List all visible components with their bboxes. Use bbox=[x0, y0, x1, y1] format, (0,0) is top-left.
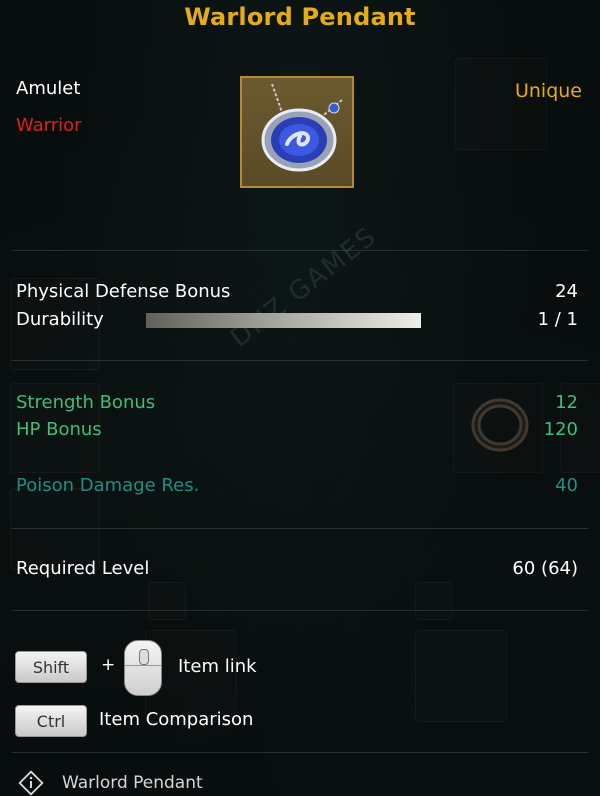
durability-value: 1 / 1 bbox=[537, 309, 578, 330]
class-restriction: Warrior bbox=[16, 115, 82, 136]
bonus-label: Strength Bonus bbox=[16, 392, 156, 413]
divider bbox=[12, 528, 588, 529]
ctrl-key: Ctrl bbox=[15, 705, 87, 737]
required-level-label: Required Level bbox=[16, 558, 150, 579]
physical-defense-label: Physical Defense Bonus bbox=[16, 281, 231, 302]
physical-defense-value: 24 bbox=[555, 281, 578, 302]
divider bbox=[12, 752, 588, 753]
item-title: Warlord Pendant bbox=[184, 3, 416, 31]
ring-icon bbox=[471, 398, 529, 452]
required-level-value: 60 (64) bbox=[512, 558, 578, 579]
bonus-value: 12 bbox=[555, 392, 578, 413]
footer-item-name: Warlord Pendant bbox=[62, 773, 203, 793]
resistance-label: Poison Damage Res. bbox=[16, 475, 200, 496]
mouse-icon bbox=[124, 640, 162, 696]
durability-bar bbox=[146, 313, 421, 328]
shift-key: Shift bbox=[15, 651, 87, 683]
info-icon bbox=[18, 770, 44, 796]
durability-label: Durability bbox=[16, 309, 104, 330]
bonus-value: 120 bbox=[543, 419, 578, 440]
plus-sign: + bbox=[101, 655, 116, 675]
bonus-label: HP Bonus bbox=[16, 419, 102, 440]
divider bbox=[12, 360, 588, 361]
rarity-label: Unique bbox=[514, 80, 582, 102]
divider bbox=[12, 610, 588, 611]
item-type: Amulet bbox=[16, 78, 81, 99]
item-link-hint: Item link bbox=[178, 656, 257, 677]
item-icon-frame bbox=[240, 76, 354, 188]
divider bbox=[12, 250, 588, 251]
item-comparison-hint: Item Comparison bbox=[99, 709, 254, 730]
resistance-value: 40 bbox=[555, 475, 578, 496]
pendant-icon bbox=[261, 83, 343, 172]
